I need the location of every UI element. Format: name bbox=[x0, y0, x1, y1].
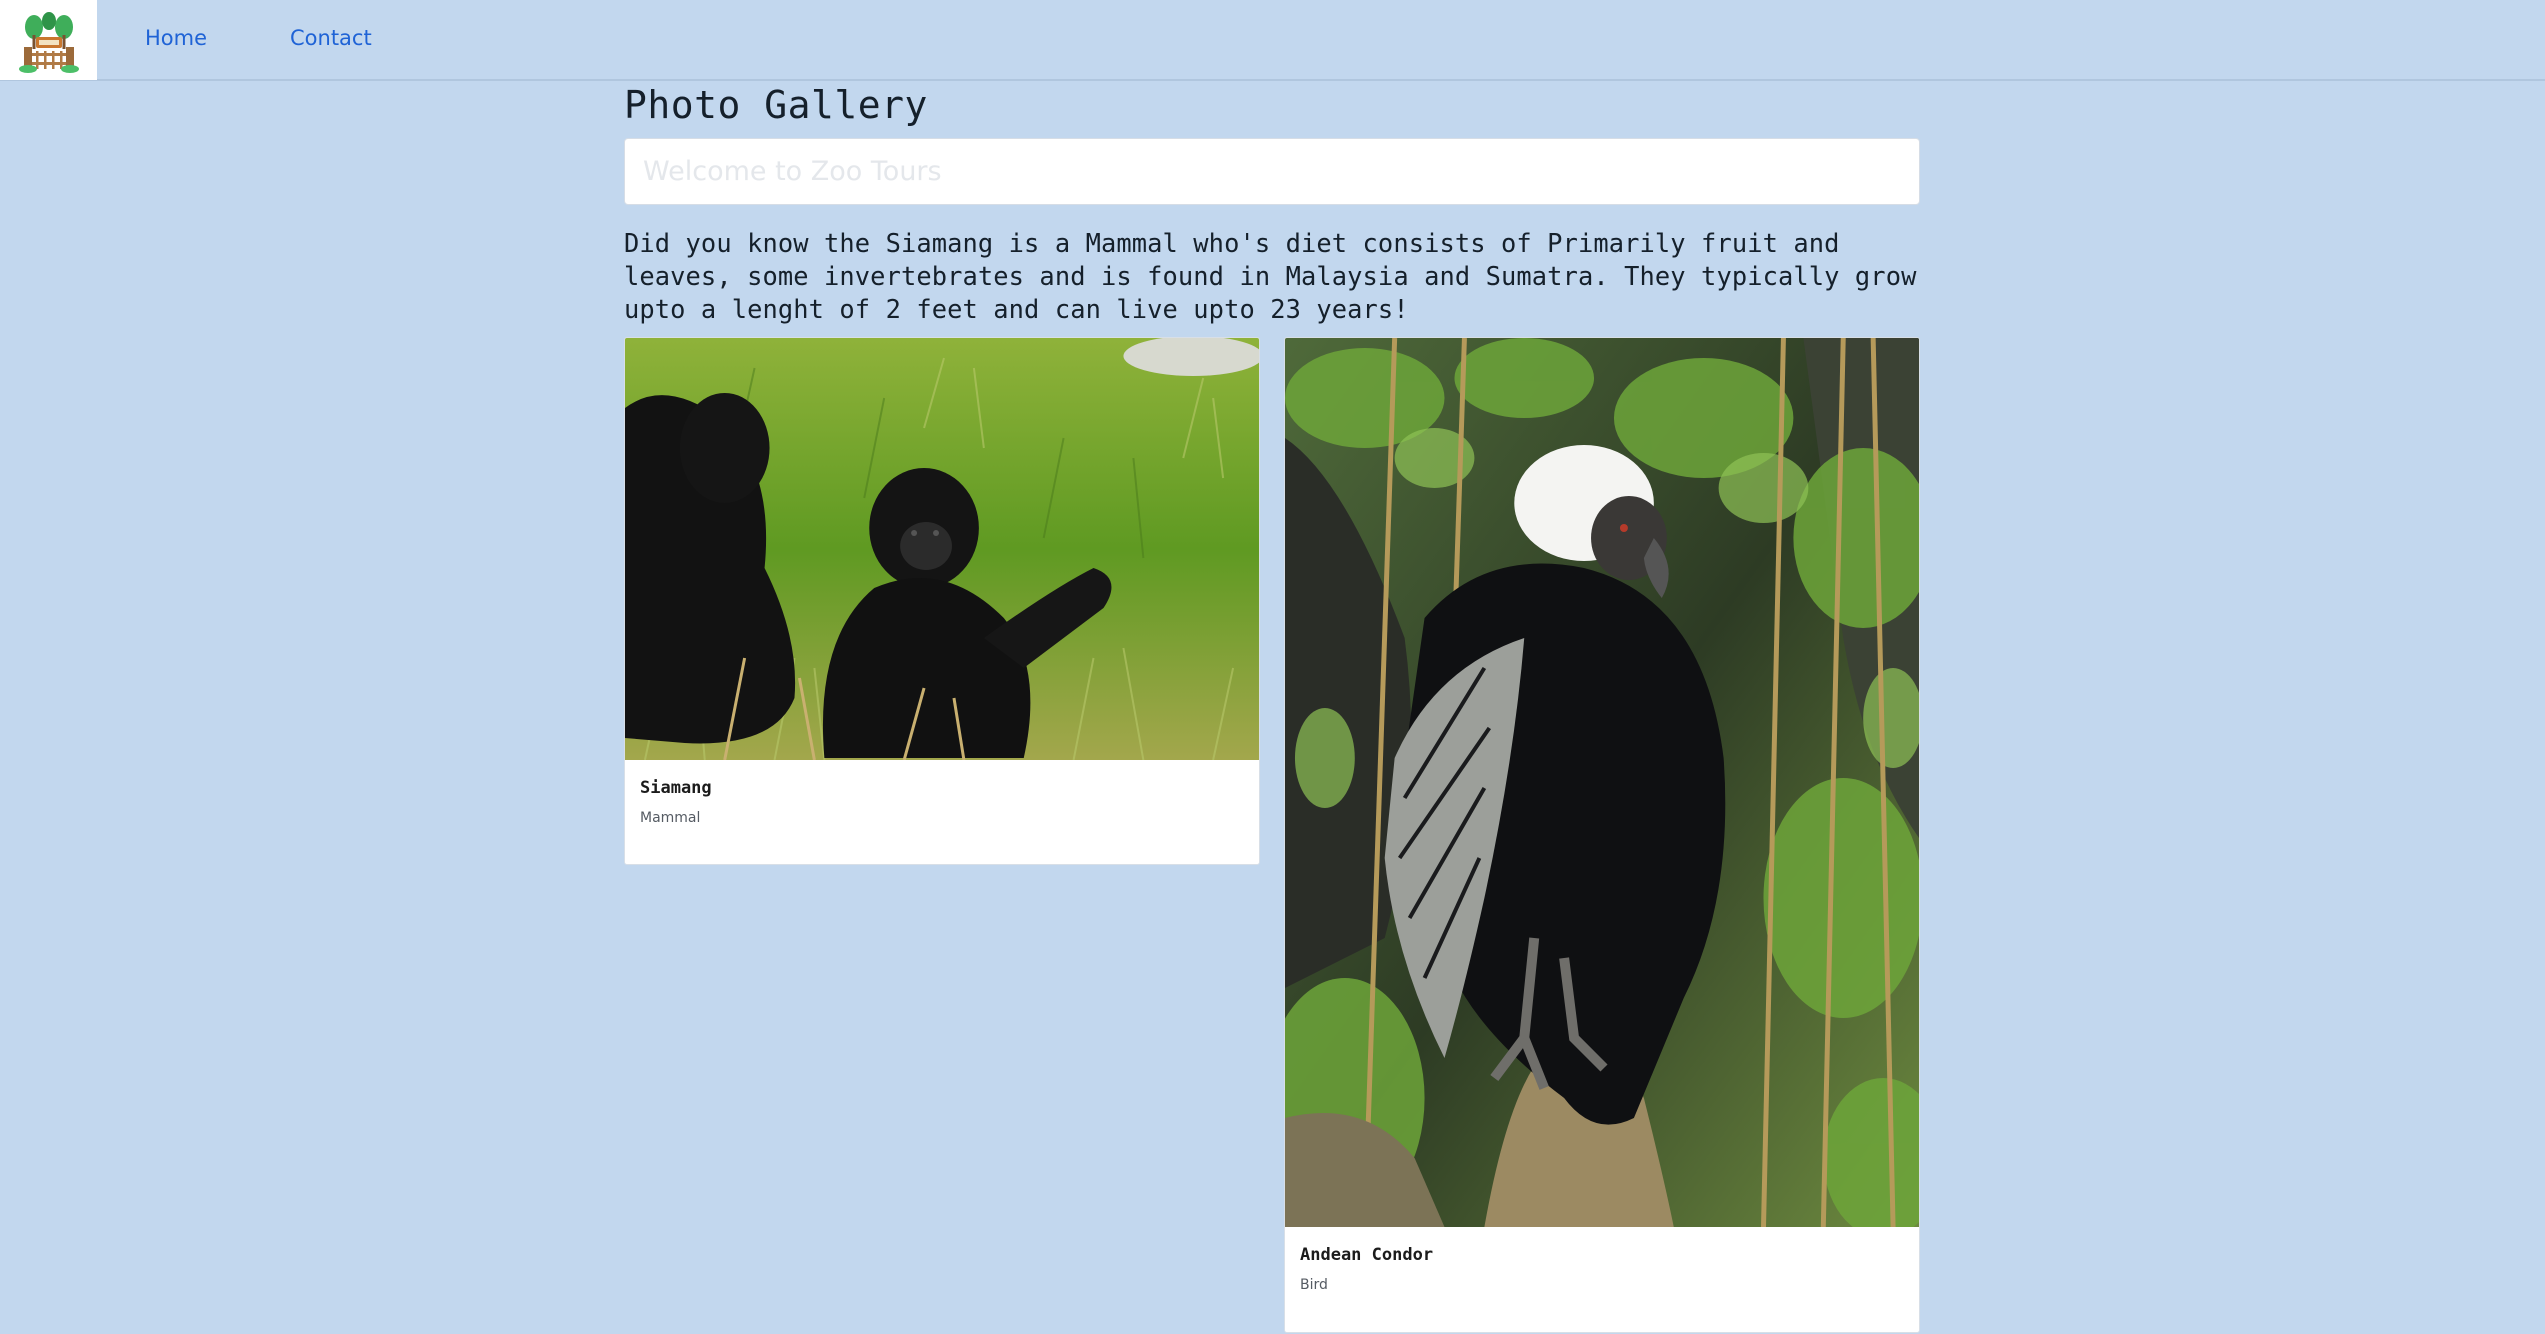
card-body: Siamang Mammal bbox=[640, 778, 712, 826]
card-subtitle: Mammal bbox=[640, 810, 701, 826]
andean-condor-photo bbox=[1285, 338, 1919, 1227]
nav-link-contact[interactable]: Contact bbox=[290, 26, 372, 50]
siamang-photo bbox=[625, 338, 1259, 760]
navbar: Home Contact bbox=[0, 0, 2545, 81]
gallery-card-andean-condor[interactable]: Andean Condor Bird bbox=[1284, 337, 1920, 1333]
gallery-card-siamang[interactable]: Siamang Mammal bbox=[624, 337, 1260, 865]
card-body: Andean Condor Bird bbox=[1300, 1245, 1433, 1293]
zoo-logo-icon bbox=[18, 12, 79, 73]
card-title: Siamang bbox=[640, 778, 712, 798]
card-title: Andean Condor bbox=[1300, 1245, 1434, 1265]
page-title: Photo Gallery bbox=[624, 83, 928, 127]
nav-link-home[interactable]: Home bbox=[145, 26, 207, 50]
animal-fact-text: Did you know the Siamang is a Mammal who… bbox=[624, 228, 1917, 324]
logo[interactable] bbox=[0, 0, 97, 80]
search-input[interactable] bbox=[624, 138, 1920, 205]
card-subtitle: Bird bbox=[1300, 1277, 1328, 1293]
